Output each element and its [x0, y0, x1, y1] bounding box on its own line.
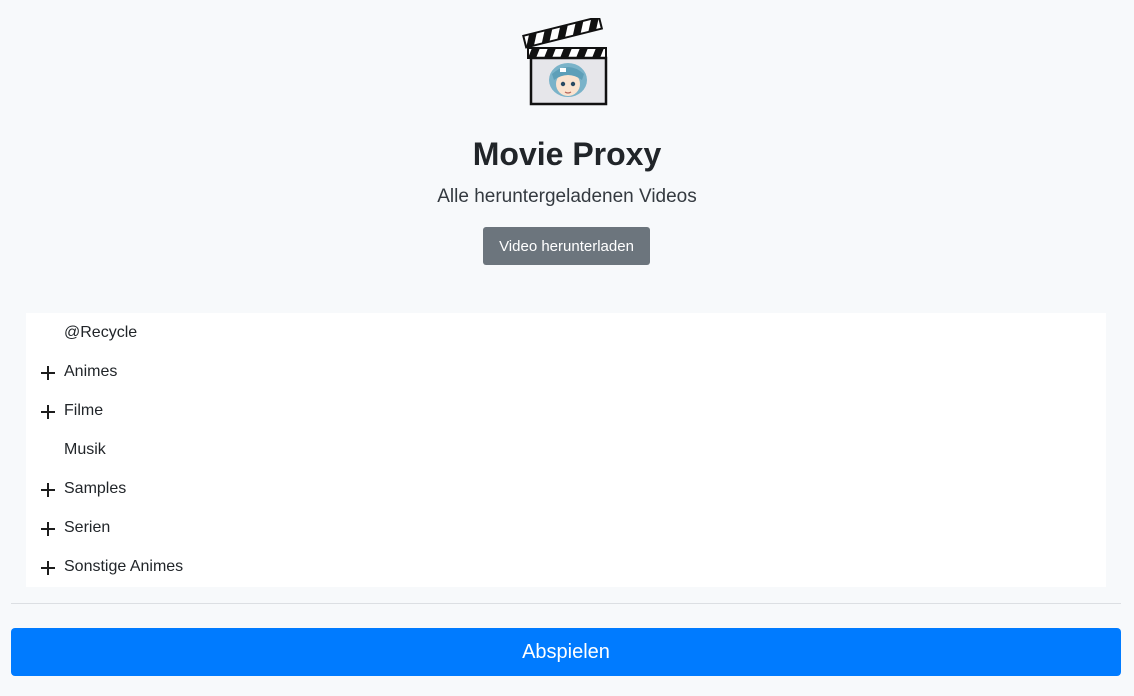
tree-item-recycle[interactable]: @Recycle	[26, 313, 1106, 352]
tree-item-label: Samples	[64, 479, 127, 497]
play-button[interactable]: Abspielen	[11, 628, 1121, 676]
tree-item-label: Sonstige Animes	[64, 557, 184, 575]
page: Movie Proxy Alle heruntergeladenen Video…	[0, 0, 1134, 696]
plus-icon[interactable]	[38, 402, 58, 422]
page-title: Movie Proxy	[472, 136, 662, 172]
download-video-button[interactable]: Video herunterladen	[483, 227, 650, 265]
tree-item-filme[interactable]: Filme	[26, 391, 1106, 430]
tree-item-musik[interactable]: Musik	[26, 430, 1106, 469]
page-subtitle: Alle heruntergeladenen Videos	[437, 186, 697, 207]
tree-item-label: Serien	[64, 518, 111, 536]
tree-item-label: Musik	[64, 440, 106, 458]
plus-icon[interactable]	[38, 519, 58, 539]
tree-item-sonstige-animes[interactable]: Sonstige Animes	[26, 547, 1106, 586]
folder-tree: @Recycle Animes Filme Musik Samples Seri…	[26, 313, 1106, 587]
tree-item-samples[interactable]: Samples	[26, 469, 1106, 508]
plus-icon[interactable]	[38, 558, 58, 578]
tree-item-serien[interactable]: Serien	[26, 508, 1106, 547]
tree-item-label: @Recycle	[64, 323, 138, 341]
plus-icon[interactable]	[38, 480, 58, 500]
tree-item-animes[interactable]: Animes	[26, 352, 1106, 391]
tree-item-label: Filme	[64, 401, 104, 419]
tree-item-label: Animes	[64, 362, 118, 380]
divider	[11, 603, 1121, 604]
plus-icon[interactable]	[38, 363, 58, 383]
clapperboard-logo	[522, 18, 608, 106]
